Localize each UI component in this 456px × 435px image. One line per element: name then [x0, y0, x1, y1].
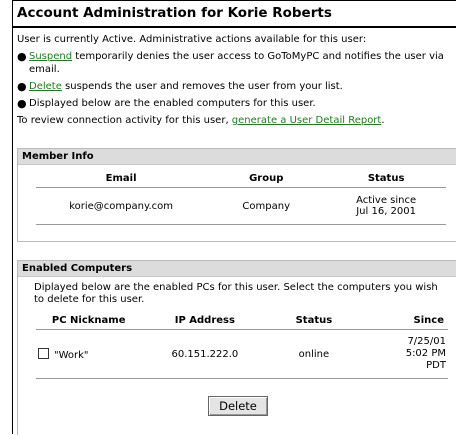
delete-bullet: ● Delete suspends the user and removes t… — [17, 80, 455, 93]
bullet-dot-icon: ● — [17, 97, 27, 110]
page-title: Account Administration for Korie Roberts — [13, 0, 456, 28]
computer-since: 7/25/01 5:02 PM PDT — [359, 329, 448, 379]
status-column-header: Status — [268, 311, 360, 330]
delete-link[interactable]: Delete — [29, 81, 62, 92]
enabled-computers-description: Diplayed below are the enabled PCs for t… — [34, 282, 438, 305]
intro-section: User is currently Active. Administrative… — [17, 33, 455, 127]
member-info-table: Email Group Status korie@company.com Com… — [36, 169, 446, 225]
computers-header-row: PC Nickname IP Address Status Since — [36, 311, 448, 330]
computers-table: PC Nickname IP Address Status Since "Wor… — [36, 311, 448, 379]
bullet-dot-icon: ● — [17, 50, 27, 63]
nickname-column-header: PC Nickname — [36, 311, 142, 330]
account-admin-page: Account Administration for Korie Roberts… — [12, 0, 456, 435]
user-detail-report-link[interactable]: generate a User Detail Report — [232, 115, 382, 126]
member-info-header-row: Email Group Status — [36, 169, 446, 188]
bullet-dot-icon: ● — [17, 80, 27, 93]
member-group: Company — [206, 187, 327, 225]
member-info-section: Member Info Email Group Status korie@com… — [17, 148, 456, 242]
status-column-header: Status — [326, 169, 446, 188]
enabled-computers-heading: Enabled Computers — [18, 261, 456, 277]
group-column-header: Group — [206, 169, 327, 188]
email-column-header: Email — [36, 169, 207, 188]
computer-status: online — [268, 329, 360, 379]
table-row: korie@company.com Company Active since Ju… — [36, 187, 446, 225]
delete-description: suspends the user and removes the user f… — [61, 81, 343, 92]
suspend-bullet: ● Suspend temporarily denies the user ac… — [17, 50, 455, 76]
suspend-description: temporarily denies the user access to Go… — [29, 51, 444, 75]
select-computer-checkbox[interactable] — [38, 347, 49, 359]
computers-bullet: ● Displayed below are the enabled comput… — [17, 97, 455, 110]
table-row: "Work" 60.151.222.0 online 7/25/01 5:02 P… — [36, 329, 448, 379]
computer-ip: 60.151.222.0 — [141, 329, 269, 379]
user-status-text: User is currently Active. Administrative… — [17, 34, 367, 45]
suspend-link[interactable]: Suspend — [29, 51, 72, 62]
enabled-computers-section: Enabled Computers Diplayed below are the… — [17, 260, 456, 435]
ip-column-header: IP Address — [141, 311, 269, 330]
since-column-header: Since — [359, 311, 448, 330]
computer-nickname: "Work" — [54, 349, 89, 361]
delete-computers-button[interactable]: Delete — [208, 396, 268, 416]
review-text: To review connection activity for this u… — [17, 115, 385, 126]
member-info-heading: Member Info — [18, 149, 456, 165]
member-status: Active since Jul 16, 2001 — [326, 187, 446, 225]
computers-description: Displayed below are the enabled computer… — [29, 98, 316, 109]
member-email: korie@company.com — [36, 187, 207, 225]
